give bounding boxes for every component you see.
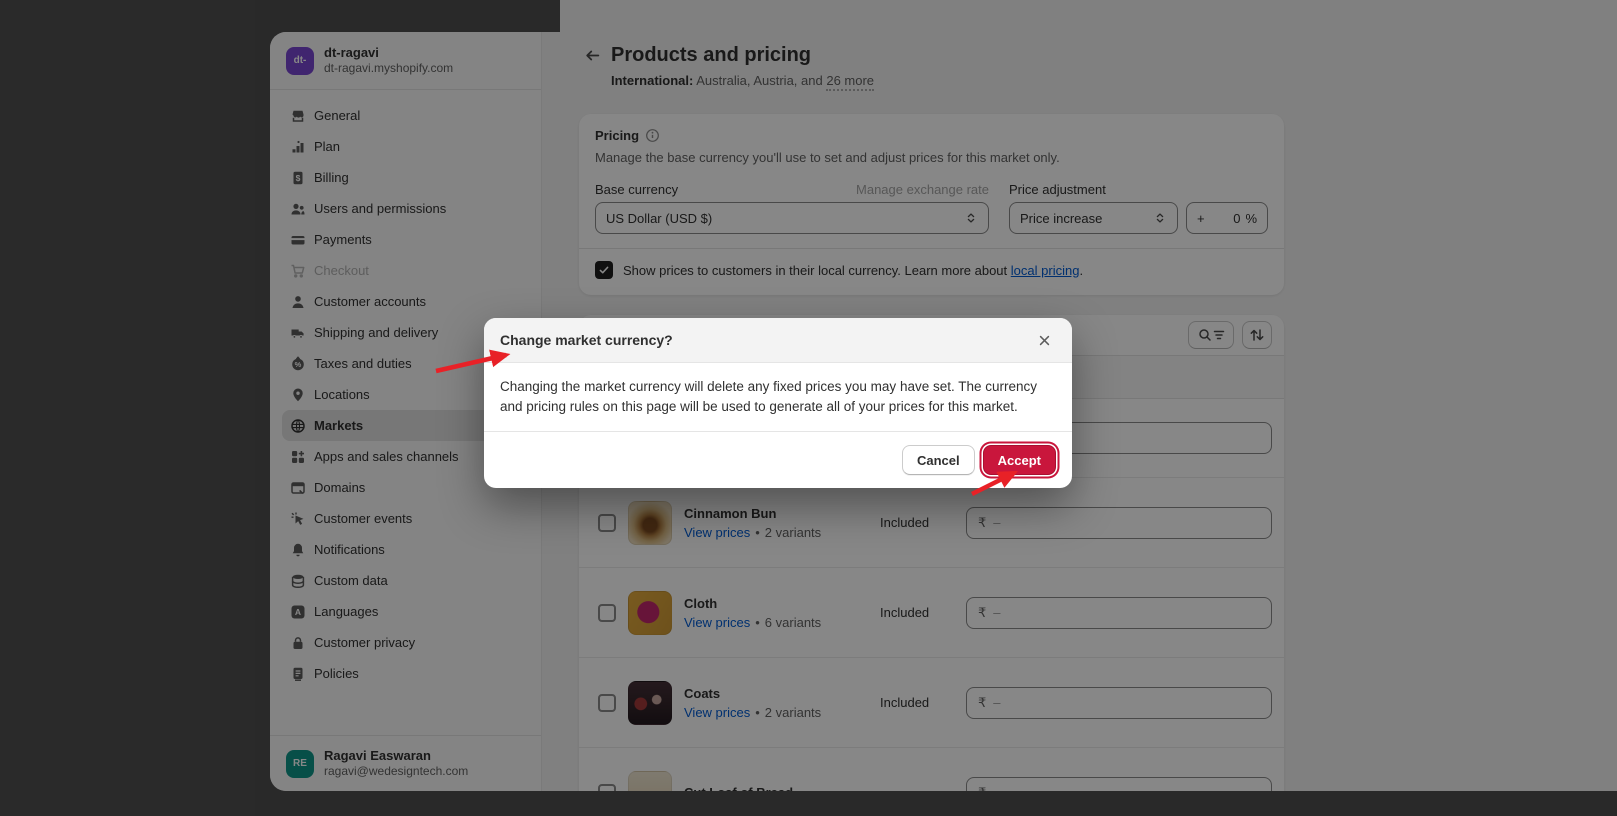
- close-icon: [1037, 333, 1052, 348]
- cancel-button[interactable]: Cancel: [902, 445, 975, 475]
- modal-footer: Cancel Accept: [484, 431, 1072, 488]
- modal-title: Change market currency?: [500, 332, 673, 348]
- close-button[interactable]: [1032, 328, 1056, 352]
- change-currency-modal: Change market currency? Changing the mar…: [484, 318, 1072, 488]
- modal-header: Change market currency?: [484, 318, 1072, 363]
- modal-body-text: Changing the market currency will delete…: [484, 363, 1072, 431]
- accept-button[interactable]: Accept: [983, 445, 1056, 475]
